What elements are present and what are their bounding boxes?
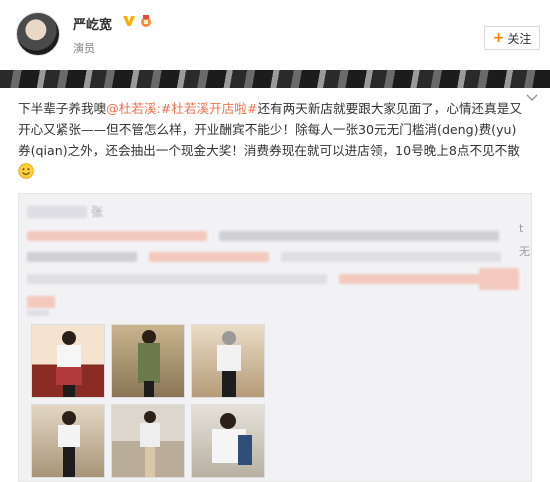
repost-line bbox=[27, 296, 55, 308]
repost-line bbox=[27, 310, 49, 316]
hashtag-link[interactable]: :#杜若溪开店啦# bbox=[157, 101, 258, 116]
post-text: 下半辈子养我噢@杜若溪:#杜若溪开店啦#还有两天新店就要跟大家见面了，心情还真是… bbox=[18, 98, 528, 182]
user-title: 演员 bbox=[73, 42, 95, 55]
follow-button[interactable]: + 关注 bbox=[484, 26, 540, 50]
post-text-before: 下半辈子养我噢 bbox=[18, 101, 107, 116]
repost-line bbox=[219, 231, 499, 241]
repost-block[interactable]: 张 t 无 bbox=[18, 193, 532, 482]
repost-line-end: t bbox=[519, 222, 524, 235]
mention-link[interactable]: @杜若溪 bbox=[106, 101, 156, 116]
repost-line-end: 无 bbox=[519, 245, 530, 258]
photo-thumbnail[interactable] bbox=[191, 324, 265, 398]
plus-icon: + bbox=[492, 30, 505, 46]
repost-line bbox=[281, 252, 501, 262]
avatar[interactable] bbox=[16, 12, 60, 56]
repost-line bbox=[339, 274, 499, 284]
photo-thumbnail[interactable] bbox=[111, 324, 185, 398]
photo-thumbnail[interactable] bbox=[191, 404, 265, 478]
repost-line bbox=[27, 274, 327, 284]
photo-thumbnail[interactable] bbox=[31, 404, 105, 478]
photo-thumbnail[interactable] bbox=[111, 404, 185, 478]
repost-line bbox=[27, 231, 207, 241]
repost-author[interactable]: 张 bbox=[91, 203, 103, 220]
profile-card: 严屹宽 演员 + 关注 bbox=[0, 0, 550, 70]
smile-icon bbox=[18, 163, 34, 179]
weibo-post: 下半辈子养我噢@杜若溪:#杜若溪开店啦#还有两天新店就要跟大家见面了，心情还真是… bbox=[0, 88, 550, 482]
user-name[interactable]: 严屹宽 bbox=[73, 14, 112, 33]
repost-line bbox=[479, 268, 519, 290]
photo-thumbnail[interactable] bbox=[31, 324, 105, 398]
vip-icon bbox=[123, 16, 135, 26]
profile-banner: 严屹宽 演员 + 关注 bbox=[0, 0, 550, 88]
repost-author-blur bbox=[27, 206, 87, 218]
follow-label: 关注 bbox=[507, 31, 532, 46]
repost-line bbox=[149, 252, 269, 262]
medal-icon bbox=[141, 15, 151, 27]
repost-line bbox=[27, 252, 137, 262]
